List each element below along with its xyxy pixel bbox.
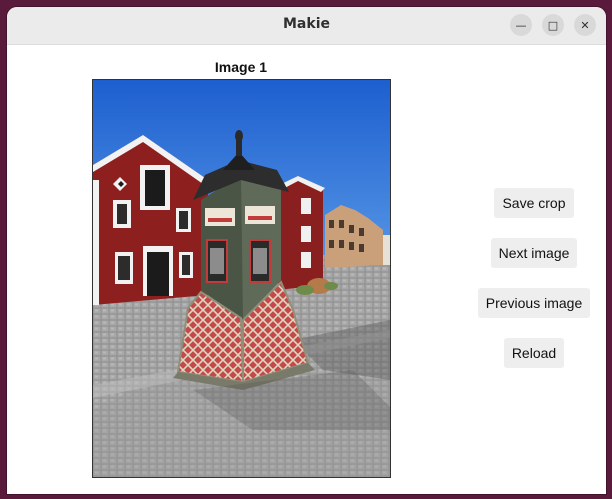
titlebar[interactable]: Makie — □ ✕ xyxy=(7,7,606,45)
photo-image xyxy=(93,80,390,477)
app-window: Makie — □ ✕ Image 1 Save crop Next image… xyxy=(7,7,606,494)
save-crop-button[interactable]: Save crop xyxy=(494,188,574,218)
next-image-button[interactable]: Next image xyxy=(491,238,577,268)
photo-axis[interactable] xyxy=(92,79,391,478)
image-title: Image 1 xyxy=(214,59,268,75)
figure-canvas: Image 1 Save crop Next image Previous im… xyxy=(7,45,606,494)
close-icon: ✕ xyxy=(580,18,590,32)
close-button[interactable]: ✕ xyxy=(574,14,596,36)
minimize-button[interactable]: — xyxy=(510,14,532,36)
maximize-icon: □ xyxy=(547,18,559,32)
maximize-button[interactable]: □ xyxy=(542,14,564,36)
minimize-icon: — xyxy=(515,18,527,32)
reload-button[interactable]: Reload xyxy=(504,338,564,368)
previous-image-button[interactable]: Previous image xyxy=(478,288,590,318)
